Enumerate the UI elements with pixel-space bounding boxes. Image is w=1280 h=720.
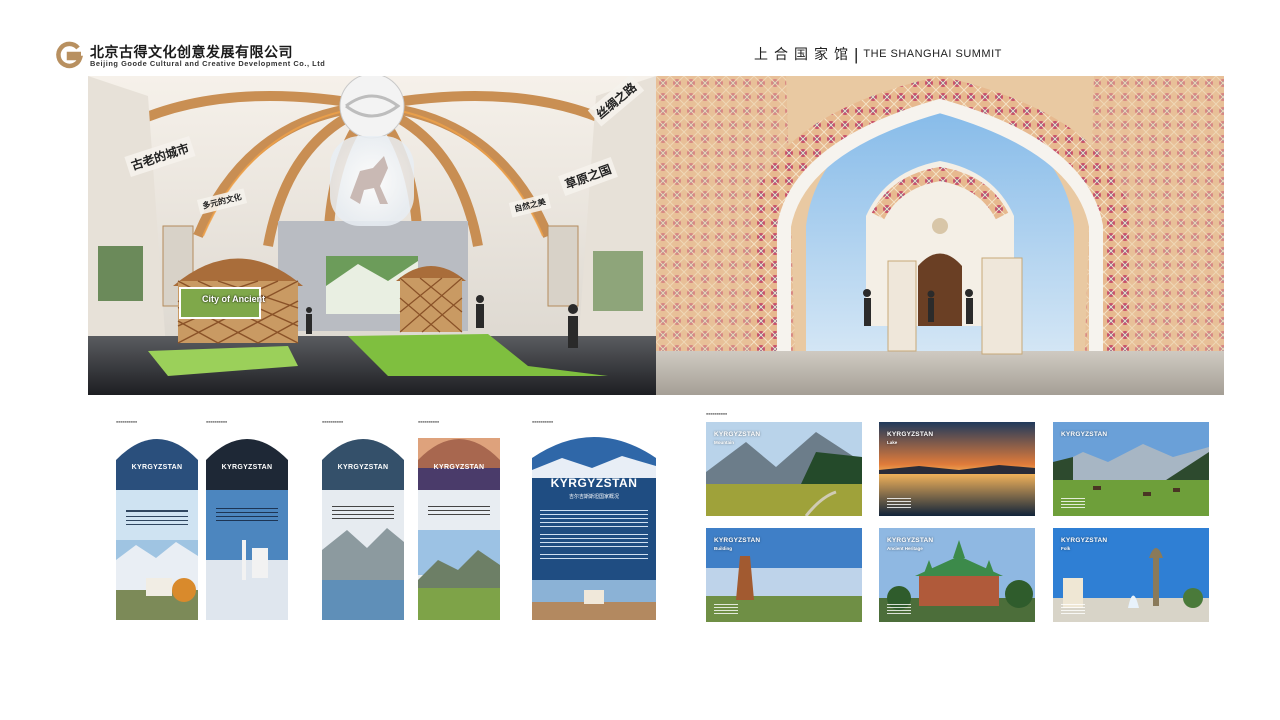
card-text-lines <box>1061 496 1085 508</box>
card-subtitle: Ancient Heritage <box>887 546 923 551</box>
banner-caption: ■■■■■■■■■■ <box>206 420 228 424</box>
card-text-lines <box>887 496 911 508</box>
poster-card-mountain: KYRGYZSTAN Mountain <box>706 422 862 516</box>
banner-caption: ■■■■■■■■■■ <box>322 420 344 424</box>
poster-card-folk: KYRGYZSTAN Folk <box>1053 528 1209 622</box>
yurt-screen-label: City of Ancient <box>202 294 266 304</box>
summit-title-separator: | <box>854 44 859 64</box>
banner-title: KYRGYZSTAN <box>337 464 389 471</box>
banner-caption: ■■■■■■■■■■ <box>532 420 554 424</box>
exhibition-render-yurt-hall: 古老的城市 丝绸之路 草原之国 多元的文化 自然之美 City of Ancie… <box>88 76 656 395</box>
poster-card-building: KYRGYZSTAN Building <box>706 528 862 622</box>
card-title: KYRGYZSTAN <box>1061 537 1108 544</box>
card-subtitle: Building <box>714 546 732 551</box>
goode-logo-icon <box>56 41 84 69</box>
card-title: KYRGYZSTAN <box>714 431 761 438</box>
exhibition-render-arch-hall <box>656 76 1224 395</box>
poster-card-lake: KYRGYZSTAN Lake <box>879 422 1035 516</box>
arch-banner: KYRGYZSTAN <box>206 430 288 620</box>
banner-subtitle: 吉尔吉斯斯坦国家概况 <box>568 494 619 500</box>
arch-banner-large: KYRGYZSTAN 吉尔吉斯斯坦国家概况 <box>532 430 656 620</box>
arch-banner: KYRGYZSTAN <box>322 430 404 620</box>
card-text-lines <box>1061 602 1085 614</box>
poster-card-ancient-heritage: KYRGYZSTAN Ancient Heritage <box>879 528 1035 622</box>
cards-caption: ■■■■■■■■■■ <box>706 412 728 416</box>
card-title: KYRGYZSTAN <box>714 537 761 544</box>
card-text-lines <box>714 602 738 614</box>
arch-banner: KYRGYZSTAN <box>418 430 500 620</box>
banner-title: KYRGYZSTAN <box>550 476 638 490</box>
card-text-lines <box>887 602 911 614</box>
company-logo: 北京古得文化创意发展有限公司 Beijing Goode Cultural an… <box>54 40 344 72</box>
banner-title: KYRGYZSTAN <box>433 464 485 471</box>
banner-caption: ■■■■■■■■■■ <box>116 420 138 424</box>
poster-card-grassland: KYRGYZSTAN <box>1053 422 1209 516</box>
company-name-en: Beijing Goode Cultural and Creative Deve… <box>90 59 326 68</box>
card-title: KYRGYZSTAN <box>887 537 934 544</box>
summit-title-en: THE SHANGHAI SUMMIT <box>863 48 1002 60</box>
card-title: KYRGYZSTAN <box>887 431 934 438</box>
card-subtitle: Folk <box>1061 546 1071 551</box>
banner-title: KYRGYZSTAN <box>221 464 273 471</box>
summit-title-cn: 上合国家馆 <box>754 47 854 63</box>
card-title: KYRGYZSTAN <box>1061 431 1108 438</box>
summit-title: 上合国家馆 | THE SHANGHAI SUMMIT <box>754 44 1002 64</box>
banner-title: KYRGYZSTAN <box>131 464 183 471</box>
card-subtitle: Mountain <box>714 440 734 445</box>
arch-banner: KYRGYZSTAN <box>116 430 198 620</box>
banner-caption: ■■■■■■■■■■ <box>418 420 440 424</box>
card-subtitle: Lake <box>887 440 898 445</box>
